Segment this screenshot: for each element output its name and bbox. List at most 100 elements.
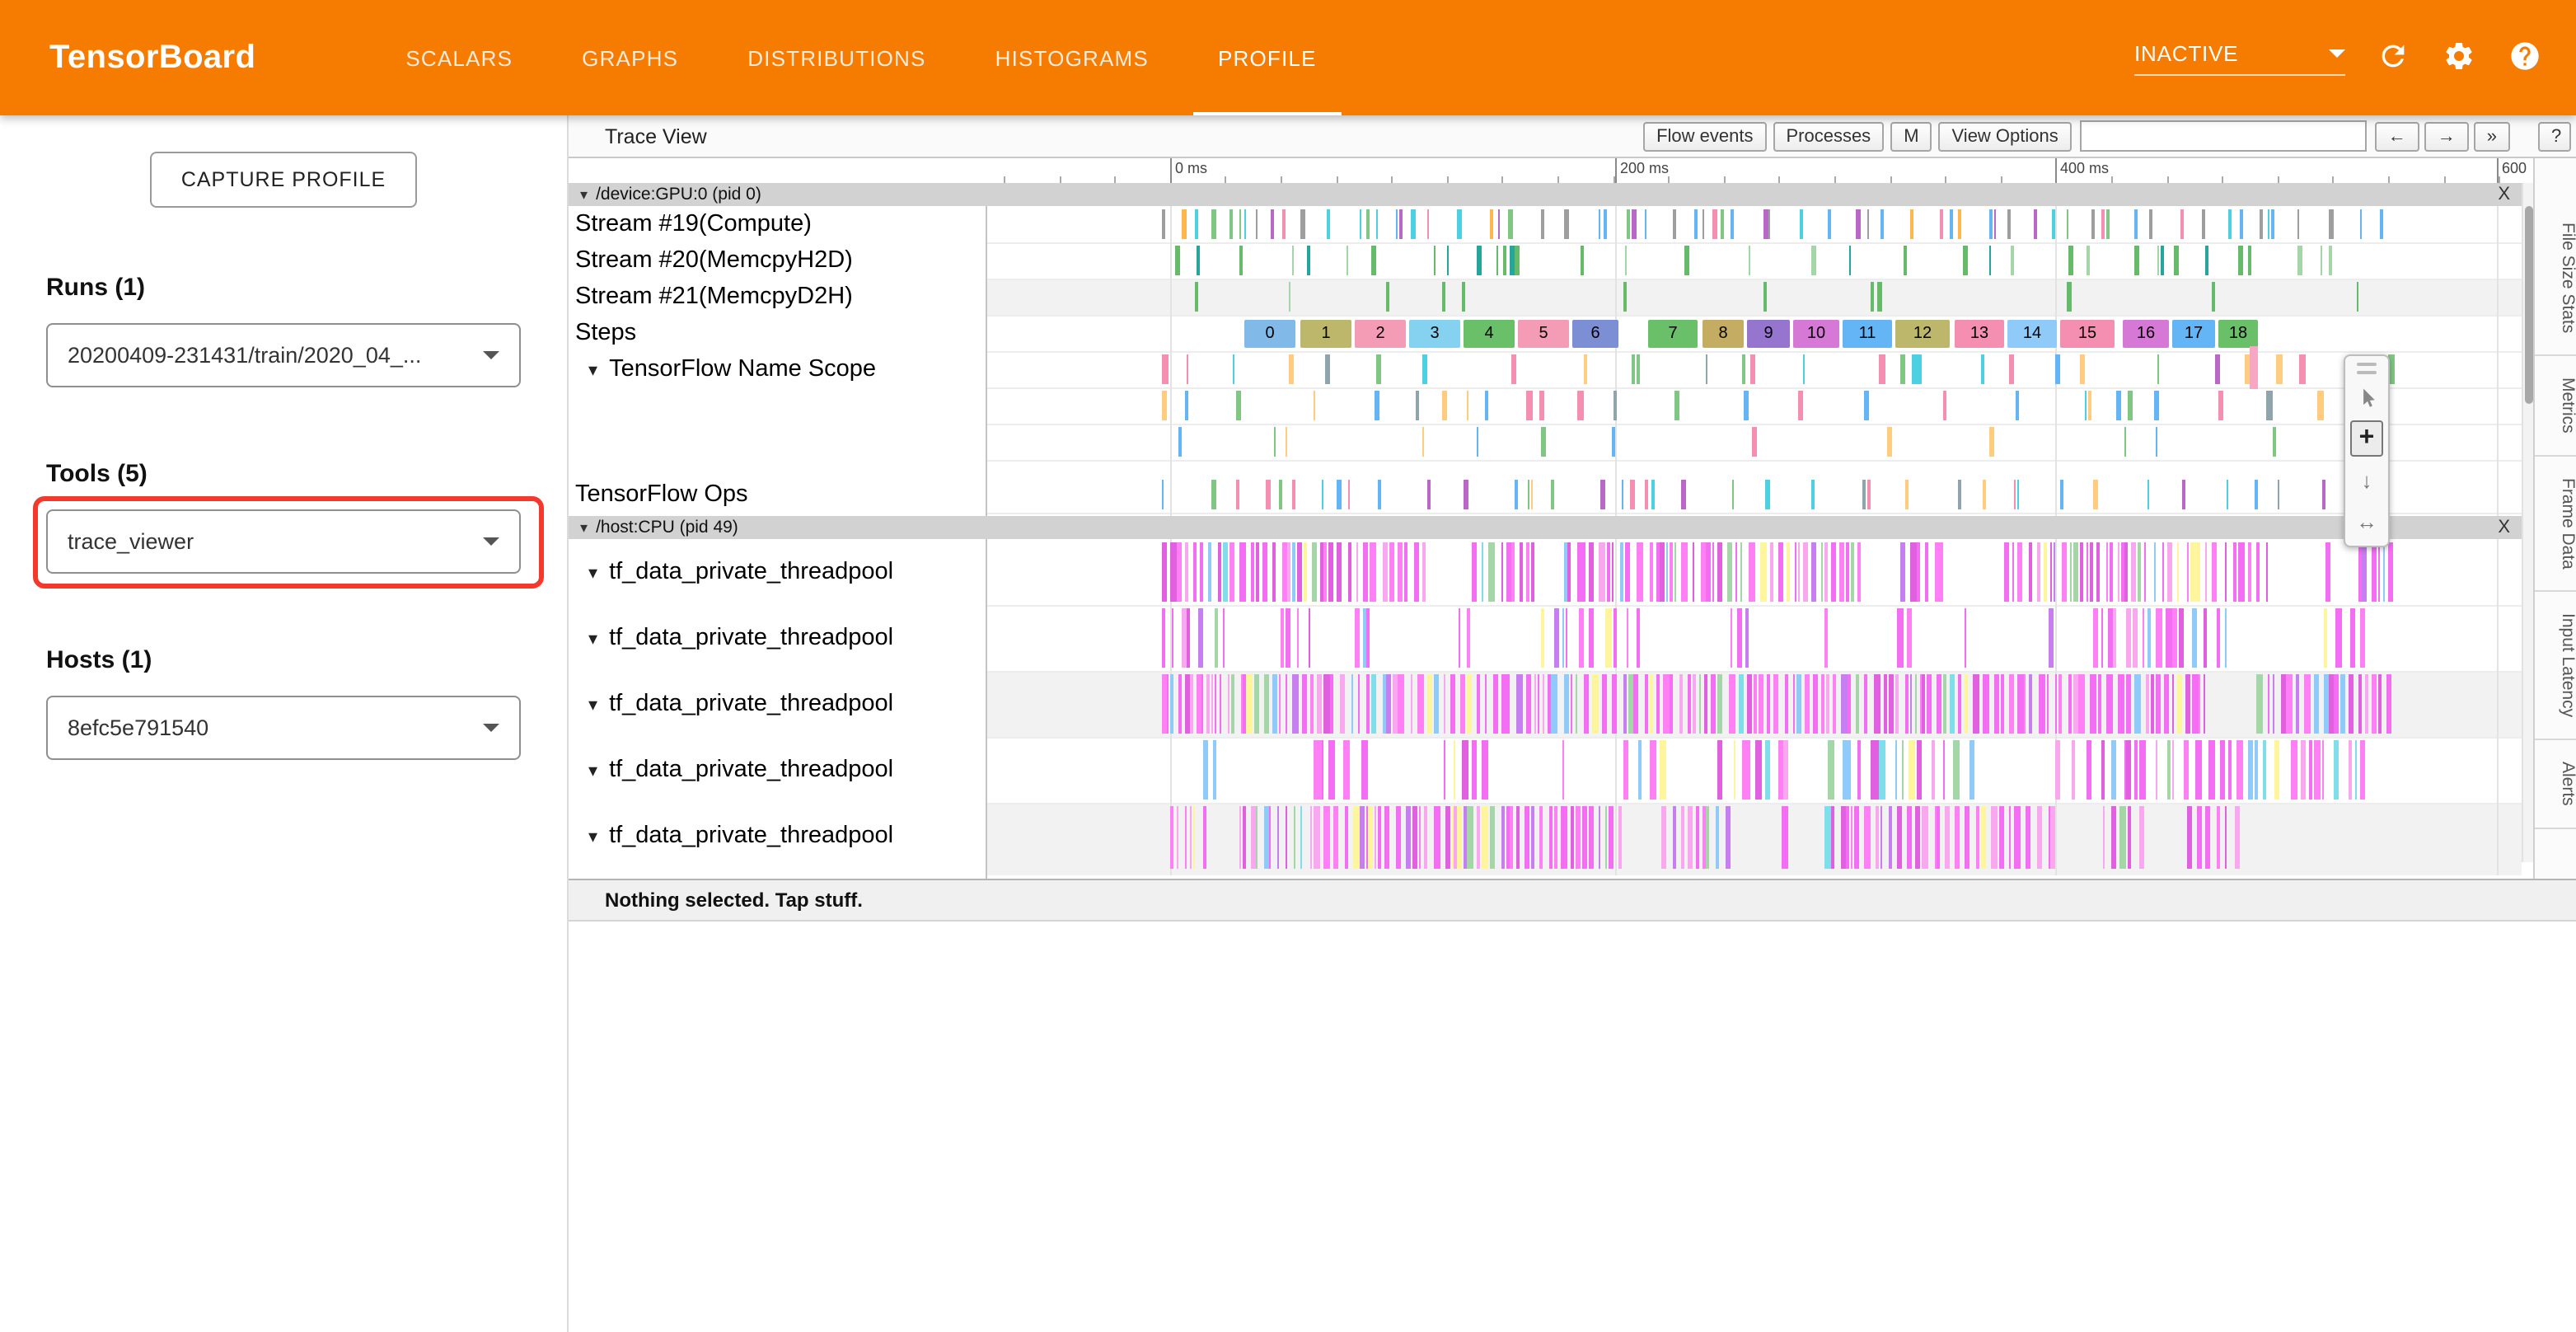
trace-event[interactable] — [1763, 209, 1768, 239]
trace-event[interactable] — [1512, 354, 1516, 384]
step-block-2[interactable]: 2 — [1355, 320, 1406, 348]
trace-event[interactable] — [1702, 542, 1706, 602]
trace-event[interactable] — [1177, 542, 1182, 602]
trace-event[interactable] — [1656, 542, 1659, 602]
trace-event[interactable] — [1199, 542, 1203, 602]
trace-event[interactable] — [1713, 209, 1717, 239]
trace-event[interactable] — [2081, 354, 2085, 384]
trace-event[interactable] — [1215, 608, 1218, 668]
trace-event[interactable] — [1632, 354, 1635, 384]
trace-event[interactable] — [1684, 246, 1688, 275]
trace-event[interactable] — [1580, 246, 1583, 275]
trace-event[interactable] — [1741, 740, 1749, 800]
trace-event[interactable] — [1736, 608, 1741, 668]
trace-event[interactable] — [1865, 391, 1870, 420]
trace-event[interactable] — [2333, 740, 2339, 800]
trace-event[interactable] — [2372, 542, 2377, 602]
trace-event[interactable] — [1286, 608, 1290, 668]
trace-event[interactable] — [1839, 542, 1845, 602]
trace-event[interactable] — [1651, 480, 1655, 509]
trace-event[interactable] — [2029, 542, 2032, 602]
trace-event[interactable] — [2106, 542, 2109, 602]
trace-event[interactable] — [1605, 608, 1611, 668]
trace-event[interactable] — [2236, 740, 2243, 800]
trace-event[interactable] — [1990, 209, 1993, 239]
trace-event[interactable] — [1162, 391, 1167, 420]
tab-histograms[interactable]: HISTOGRAMS — [961, 0, 1183, 115]
trace-event[interactable] — [2134, 740, 2138, 800]
trace-event[interactable] — [1904, 246, 1907, 275]
trace-event[interactable] — [2090, 542, 2093, 602]
trace-event[interactable] — [1162, 354, 1169, 384]
trace-event[interactable] — [1911, 209, 1913, 239]
trace-event[interactable] — [1846, 542, 1850, 602]
trace-event[interactable] — [1199, 608, 1203, 668]
trace-event[interactable] — [1740, 542, 1743, 602]
trace-event[interactable] — [2017, 542, 2023, 602]
trace-event[interactable] — [2130, 542, 2135, 602]
trace-event[interactable] — [1867, 209, 1869, 239]
trace-event[interactable] — [2012, 542, 2015, 602]
trace-event[interactable] — [1377, 480, 1381, 509]
trace-event[interactable] — [1849, 246, 1851, 275]
toolbar-nav-button-1[interactable]: → — [2424, 121, 2469, 151]
trace-event[interactable] — [2035, 209, 2037, 239]
trace-event[interactable] — [2224, 608, 2227, 668]
trace-event[interactable] — [2380, 209, 2383, 239]
cpu-row-label-2[interactable]: ▾tf_data_private_threadpool — [569, 671, 986, 737]
trace-event[interactable] — [1323, 542, 1327, 602]
trace-event[interactable] — [1857, 740, 1860, 800]
trace-event[interactable] — [1906, 480, 1909, 509]
trace-event[interactable] — [1531, 480, 1533, 509]
trace-event[interactable] — [1477, 427, 1478, 457]
trace-event[interactable] — [1447, 246, 1449, 275]
trace-event[interactable] — [1527, 480, 1529, 509]
trace-event[interactable] — [1466, 608, 1470, 668]
trace-event[interactable] — [1568, 542, 1571, 602]
trace-event[interactable] — [2070, 542, 2072, 602]
timing-tool-button[interactable]: ↔ — [2350, 503, 2383, 539]
cpu-section-header[interactable]: ▾ /host:CPU (pid 49) X — [569, 516, 2522, 539]
trace-event[interactable] — [1212, 480, 1216, 509]
trace-event[interactable] — [1282, 209, 1285, 239]
trace-event[interactable] — [2133, 608, 2138, 668]
trace-event[interactable] — [1626, 209, 1629, 239]
trace-event[interactable] — [2297, 246, 2302, 275]
trace-event[interactable] — [1608, 542, 1610, 602]
trace-event[interactable] — [1267, 480, 1271, 509]
trace-event[interactable] — [1375, 354, 1380, 384]
trace-event[interactable] — [1811, 246, 1815, 275]
row-label-steps[interactable]: Steps — [569, 315, 986, 351]
trace-event[interactable] — [2275, 740, 2280, 800]
trace-event[interactable] — [1660, 740, 1667, 800]
side-tab-metrics[interactable]: Metrics — [2535, 356, 2576, 457]
trace-event[interactable] — [1727, 542, 1733, 602]
trace-event[interactable] — [1673, 209, 1675, 239]
trace-event[interactable] — [2080, 542, 2083, 602]
side-tab-alerts[interactable]: Alerts — [2535, 741, 2576, 830]
trace-event[interactable] — [1278, 480, 1282, 509]
trace-event[interactable] — [1562, 608, 1564, 668]
trace-event[interactable] — [1240, 246, 1244, 275]
trace-event[interactable] — [2192, 608, 2197, 668]
trace-event[interactable] — [1301, 209, 1305, 239]
hosts-dropdown[interactable]: 8efc5e791540 — [46, 696, 521, 760]
trace-event[interactable] — [2172, 608, 2177, 668]
trace-event[interactable] — [2238, 542, 2244, 602]
step-block-17[interactable]: 17 — [2172, 320, 2215, 348]
trace-event[interactable] — [2101, 608, 2104, 668]
trace-event[interactable] — [1777, 542, 1782, 602]
trace-event[interactable] — [2096, 542, 2101, 602]
trace-event[interactable] — [2071, 740, 2076, 800]
trace-event[interactable] — [2270, 209, 2274, 239]
palette-grip[interactable] — [2357, 363, 2377, 366]
trace-event[interactable] — [1230, 542, 1235, 602]
trace-event[interactable] — [1464, 480, 1468, 509]
side-tab-file-size-stats[interactable]: File Size Stats — [2535, 201, 2576, 356]
trace-event[interactable] — [2155, 740, 2157, 800]
trace-event[interactable] — [1540, 209, 1544, 239]
zoom-tool-button[interactable]: + — [2350, 420, 2383, 457]
trace-event[interactable] — [2324, 608, 2327, 668]
trace-event[interactable] — [1511, 542, 1515, 602]
trace-event[interactable] — [1958, 480, 1961, 509]
